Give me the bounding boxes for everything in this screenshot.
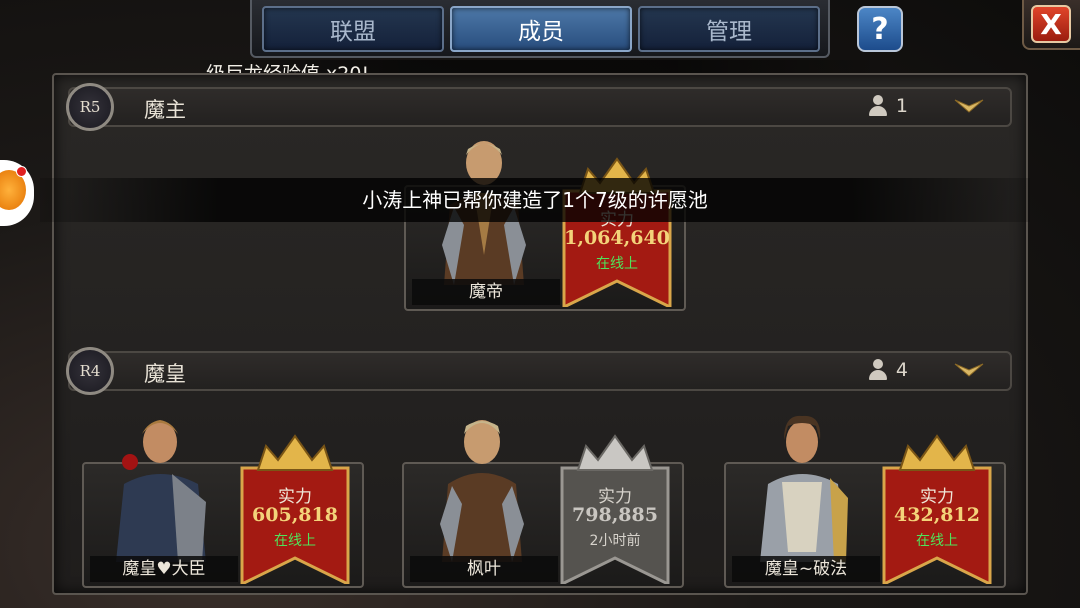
power-value: 1,064,640 <box>564 227 670 249</box>
close-button[interactable]: X <box>1022 0 1080 50</box>
online-status: 在线上 <box>274 533 316 549</box>
member-portrait <box>760 415 848 562</box>
last-seen-status: 2小时前 <box>589 533 641 549</box>
member-count-value: 1 <box>895 95 908 117</box>
member-card[interactable]: 魔皇~破法 实力 432,812 在线上 <box>724 415 1006 588</box>
online-status: 在线上 <box>596 256 638 272</box>
online-status: 在线上 <box>916 533 958 549</box>
member-name: 魔皇~破法 <box>732 556 880 582</box>
help-button[interactable]: ? <box>857 6 903 52</box>
member-card[interactable]: 魔皇♥大臣 实力 605,818 在线上 <box>82 420 364 588</box>
member-name: 枫叶 <box>410 556 558 582</box>
member-count: 1 <box>868 95 908 117</box>
power-banner: 实力 798,885 2小时前 <box>556 434 674 584</box>
member-card[interactable]: 枫叶 实力 798,885 2小时前 <box>402 420 684 588</box>
power-value: 605,818 <box>252 504 338 526</box>
chevron-down-icon[interactable] <box>954 98 984 116</box>
notification-dot-icon <box>16 166 27 177</box>
member-count-value: 4 <box>895 359 908 381</box>
member-portrait <box>116 420 206 562</box>
rank-bar-r4[interactable]: R4 魔皇 4 <box>66 347 1012 395</box>
power-banner: 实力 432,812 在线上 <box>878 434 996 584</box>
member-name: 魔帝 <box>412 279 560 305</box>
power-value: 798,885 <box>572 504 658 526</box>
rank-title: 魔皇 <box>144 362 186 386</box>
help-icon: ? <box>871 11 889 47</box>
power-value: 432,812 <box>894 504 980 526</box>
tab-bar: 联盟 成员 管理 <box>250 0 830 58</box>
tab-alliance[interactable]: 联盟 <box>262 6 444 52</box>
rank-bar-r5[interactable]: R5 魔主 1 <box>66 83 1012 131</box>
toast-notification: 小涛上神已帮你建造了1个7级的许愿池 <box>40 178 1030 222</box>
members-panel: R5 魔主 1 魔帝 实力 1,064,640 在线上 <box>52 73 1028 595</box>
rank-badge: R5 <box>66 83 114 131</box>
power-banner: 实力 605,818 在线上 <box>236 434 354 584</box>
close-icon: X <box>1031 5 1071 43</box>
member-count: 4 <box>868 359 908 381</box>
member-name: 魔皇♥大臣 <box>90 556 238 582</box>
floating-assistant-button[interactable] <box>0 160 34 226</box>
tab-manage[interactable]: 管理 <box>638 6 820 52</box>
member-portrait <box>440 420 524 562</box>
person-icon <box>868 95 888 117</box>
chevron-down-icon[interactable] <box>954 362 984 380</box>
rank-title: 魔主 <box>144 98 186 122</box>
tab-members[interactable]: 成员 <box>450 6 632 52</box>
rank-badge: R4 <box>66 347 114 395</box>
person-icon <box>868 359 888 381</box>
